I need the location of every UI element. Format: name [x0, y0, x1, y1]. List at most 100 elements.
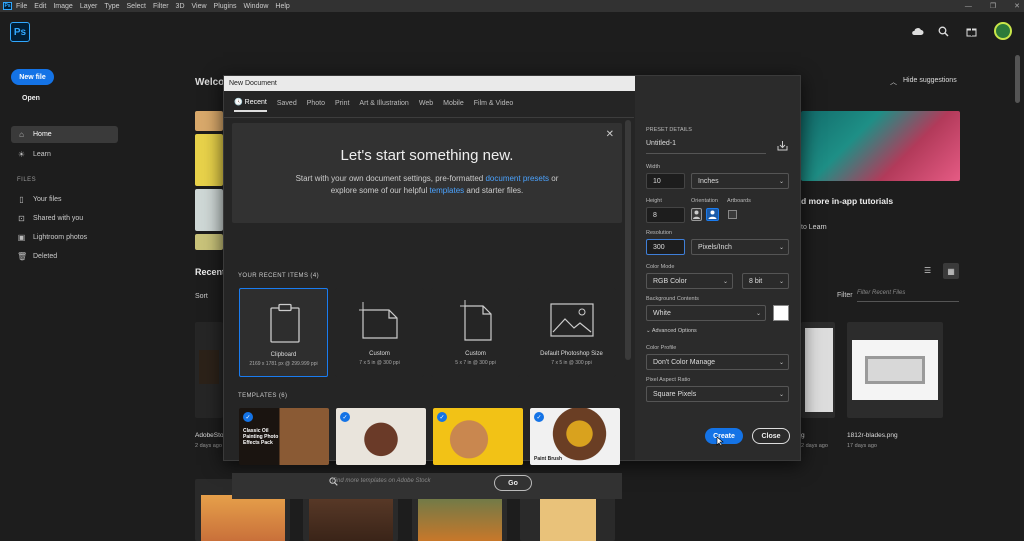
- close-button[interactable]: Close: [752, 428, 790, 444]
- pixel-aspect-select[interactable]: Square Pixels ⌄: [646, 386, 789, 402]
- menu-plugins[interactable]: Plugins: [214, 3, 237, 10]
- check-icon: ✓: [534, 412, 544, 422]
- menu-3d[interactable]: 3D: [176, 3, 185, 10]
- shared-icon: ⊡: [18, 214, 25, 223]
- sort-button[interactable]: Sort: [195, 293, 208, 300]
- tab-print[interactable]: Print: [335, 100, 349, 111]
- suggestion-thumb[interactable]: [195, 189, 223, 231]
- tab-label: Recent: [244, 99, 267, 106]
- templates-link[interactable]: templates: [429, 186, 464, 195]
- sidebar-item-your-files[interactable]: ▯ Your files: [11, 191, 118, 208]
- bit-depth-select[interactable]: 8 bit ⌄: [742, 273, 789, 289]
- background-contents-select[interactable]: White ⌄: [646, 305, 766, 321]
- sidebar-item-home[interactable]: ⌂ Home: [11, 126, 118, 143]
- restore-icon[interactable]: ❐: [990, 2, 996, 10]
- left-pane-scrollbar[interactable]: [625, 120, 631, 360]
- menu-layer[interactable]: Layer: [80, 3, 98, 10]
- menu-help[interactable]: Help: [275, 3, 289, 10]
- chevron-down-icon: ⌄: [778, 244, 784, 251]
- banner-body: Start with your own document settings, p…: [282, 173, 572, 197]
- menu-file[interactable]: File: [16, 3, 27, 10]
- template-card[interactable]: ✓ Classic Oil Painting Photo Effects Pac…: [239, 408, 329, 465]
- template-card[interactable]: ✓ Paint Brush: [530, 408, 620, 465]
- minimize-icon[interactable]: —: [965, 3, 972, 10]
- sidebar-item-lightroom[interactable]: ▣ Lightroom photos: [11, 229, 118, 246]
- suggestion-thumb[interactable]: [195, 134, 223, 186]
- tutorials-link[interactable]: to Learn: [801, 224, 827, 231]
- template-search-input[interactable]: Find more templates on Adobe Stock: [332, 478, 467, 484]
- main-scrollbar[interactable]: [1015, 55, 1020, 103]
- recent-file-thumb[interactable]: [801, 322, 835, 418]
- width-input[interactable]: 10: [646, 173, 685, 189]
- window-close-icon[interactable]: ✕: [1014, 2, 1020, 10]
- cloud-icon[interactable]: [910, 24, 924, 38]
- menu-window[interactable]: Window: [244, 3, 269, 10]
- color-profile-select[interactable]: Don't Color Manage ⌄: [646, 354, 789, 370]
- new-file-button[interactable]: New file: [11, 69, 54, 85]
- recent-item-custom-portrait[interactable]: Custom 5 x 7 in @ 300 ppi: [431, 288, 520, 377]
- menu-view[interactable]: View: [192, 3, 207, 10]
- recent-file-name: 1812r-blades.png: [847, 432, 898, 439]
- portrait-orientation-icon[interactable]: [691, 208, 702, 221]
- background-color-swatch[interactable]: [773, 305, 789, 321]
- chevron-up-icon: ︿: [890, 79, 897, 86]
- list-view-icon[interactable]: ☰: [924, 266, 931, 275]
- recent-item-default-size[interactable]: Default Photoshop Size 7 x 5 in @ 300 pp…: [527, 288, 616, 377]
- menu-select[interactable]: Select: [127, 3, 146, 10]
- recent-item-custom-landscape[interactable]: Custom 7 x 5 in @ 300 ppi: [335, 288, 424, 377]
- height-input[interactable]: 8: [646, 207, 685, 223]
- gift-icon[interactable]: [964, 24, 978, 38]
- tab-saved[interactable]: Saved: [277, 100, 297, 111]
- sidebar-item-label: Lightroom photos: [33, 234, 88, 241]
- color-mode-select[interactable]: RGB Color ⌄: [646, 273, 733, 289]
- recent-item-name: Custom: [369, 351, 390, 357]
- menu-edit[interactable]: Edit: [34, 3, 46, 10]
- recent-file-thumb[interactable]: [195, 322, 223, 418]
- recent-file-date: 2 days ago: [195, 443, 222, 449]
- search-icon[interactable]: [936, 24, 950, 38]
- tab-mobile[interactable]: Mobile: [443, 100, 464, 111]
- document-presets-link[interactable]: document presets: [485, 174, 549, 183]
- template-card[interactable]: ✓: [433, 408, 523, 465]
- open-button[interactable]: Open: [22, 95, 40, 102]
- template-card[interactable]: ✓: [336, 408, 426, 465]
- suggestion-thumb[interactable]: [195, 111, 223, 131]
- suggestion-thumb[interactable]: [195, 234, 223, 250]
- filter-input[interactable]: Filter Recent Files: [857, 290, 959, 302]
- go-button[interactable]: Go: [494, 475, 532, 491]
- hide-suggestions-button[interactable]: ︿ Hide suggestions: [890, 77, 957, 87]
- sidebar-item-learn[interactable]: ☀ Learn: [11, 146, 118, 163]
- document-name-input[interactable]: Untitled-1: [646, 140, 766, 154]
- create-button[interactable]: Create: [705, 428, 743, 444]
- resolution-input[interactable]: 300: [646, 239, 685, 255]
- save-preset-icon[interactable]: [777, 140, 788, 153]
- select-value: Don't Color Manage: [653, 358, 716, 366]
- avatar[interactable]: [994, 22, 1012, 40]
- advanced-options-toggle[interactable]: ⌄ Advanced Options: [646, 328, 697, 334]
- tab-art-illustration[interactable]: Art & Illustration: [359, 100, 408, 111]
- recent-file-name: g: [801, 432, 805, 439]
- banner-close-icon[interactable]: ✕: [606, 129, 614, 140]
- grid-view-icon[interactable]: ▦: [943, 263, 959, 279]
- tab-photo[interactable]: Photo: [307, 100, 325, 111]
- artboards-checkbox[interactable]: [728, 210, 737, 219]
- menu-filter[interactable]: Filter: [153, 3, 169, 10]
- resolution-label: Resolution: [646, 230, 672, 236]
- landscape-orientation-icon[interactable]: [706, 208, 719, 221]
- recent-item-name: Default Photoshop Size: [540, 351, 603, 357]
- menu-type[interactable]: Type: [104, 3, 119, 10]
- check-icon: ✓: [243, 412, 253, 422]
- sidebar-item-deleted[interactable]: 🗑 Deleted: [11, 248, 118, 265]
- tutorial-banner-image[interactable]: [801, 111, 960, 181]
- sidebar-item-shared[interactable]: ⊡ Shared with you: [11, 210, 118, 227]
- recent-item-clipboard[interactable]: Clipboard 2169 x 1781 px @ 299.999 ppi: [239, 288, 328, 377]
- tab-web[interactable]: Web: [419, 100, 433, 111]
- menu-image[interactable]: Image: [53, 3, 72, 10]
- resolution-unit-select[interactable]: Pixels/Inch ⌄: [691, 239, 789, 255]
- sidebar: [0, 50, 130, 541]
- tab-recent[interactable]: 🕓 Recent: [234, 98, 267, 112]
- mouse-cursor-icon: [716, 436, 724, 449]
- width-unit-select[interactable]: Inches ⌄: [691, 173, 789, 189]
- tab-film-video[interactable]: Film & Video: [474, 100, 514, 111]
- recent-file-thumb[interactable]: [847, 322, 943, 418]
